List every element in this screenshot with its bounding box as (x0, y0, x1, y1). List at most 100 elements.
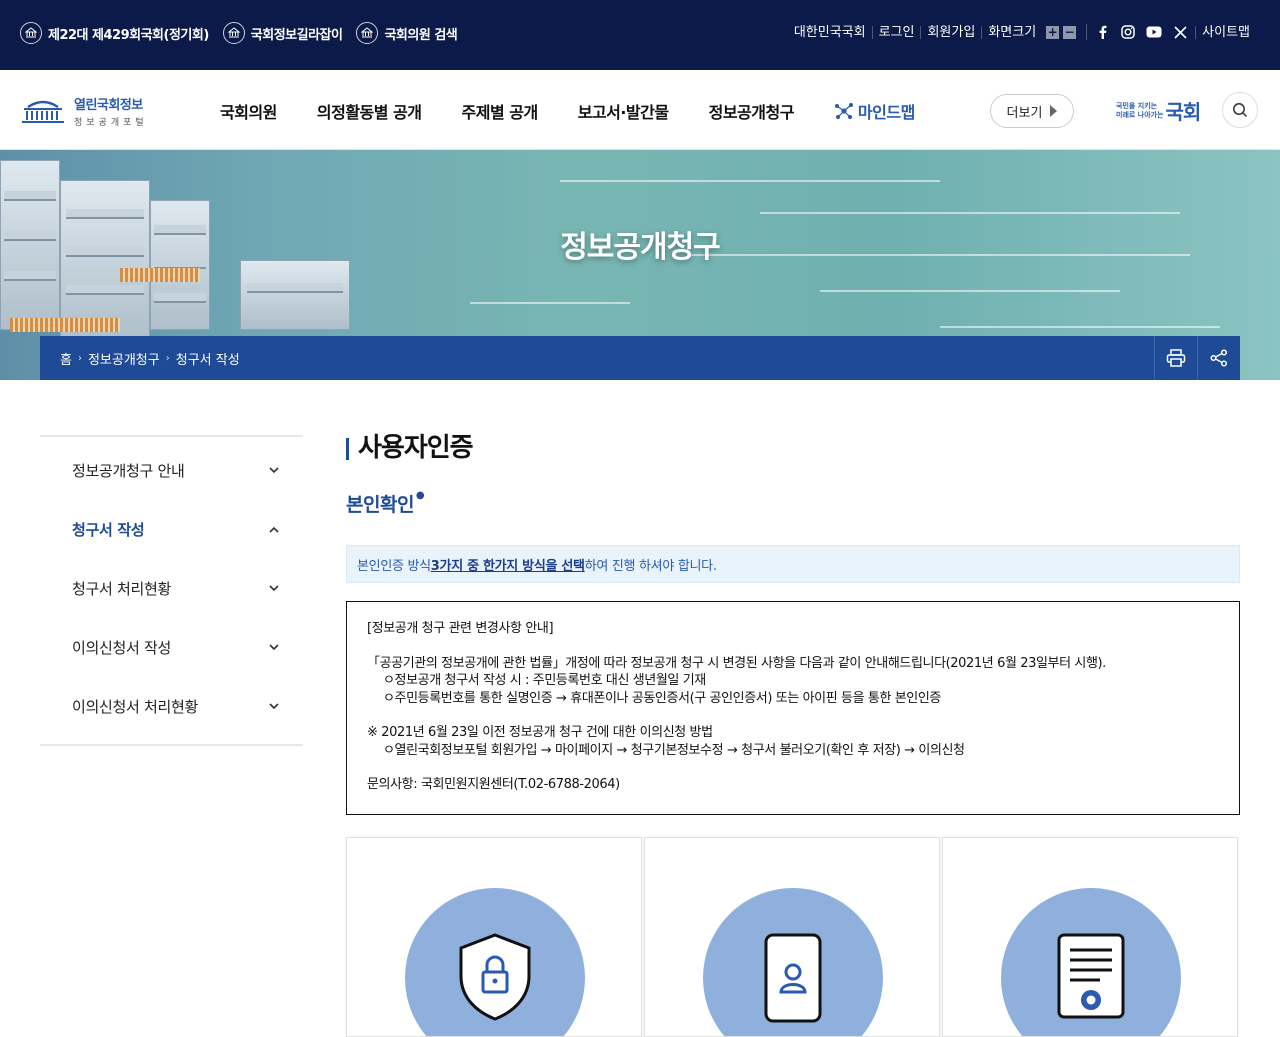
sidebar-item-label: 청구서 처리현황 (72, 580, 171, 598)
signup-link[interactable]: 회원가입 (920, 25, 981, 39)
sidebar-item-label: 이의신청서 작성 (72, 639, 171, 657)
print-icon (1166, 349, 1186, 367)
banner-title: 정보공개청구 (560, 230, 721, 265)
chevron-up-icon (269, 526, 279, 533)
change-notice-box: [정보공개 청구 관련 변경사항 안내] 「공공기관의 정보공개에 관한 법률」… (346, 601, 1240, 815)
assembly-emblem-icon (356, 22, 379, 44)
card-icon-circle (1001, 887, 1181, 1036)
facebook-icon[interactable] (1093, 24, 1111, 40)
sitemap-link[interactable]: 사이트맵 (1195, 25, 1256, 39)
shield-lock-icon (459, 932, 531, 1021)
breadcrumb-bar: 홈 › 정보공개청구 › 청구서 작성 (40, 336, 1240, 380)
nav-item-reports[interactable]: 보고서·발간물 (558, 99, 689, 123)
info-bullet-1: ㅇ정보공개 청구서 작성 시 : 주민등록번호 대신 생년월일 기재 (383, 673, 706, 688)
notice-text-emphasis: 3가지 중 한가지 방식을 선택 (430, 558, 585, 574)
mindmap-icon (834, 103, 853, 119)
breadcrumb-home[interactable]: 홈 (60, 349, 72, 368)
sidebar-item-write-objection[interactable]: 이의신청서 작성 (40, 618, 303, 677)
member-search-link[interactable]: 국회의원 검색 (356, 22, 458, 44)
notice-text-post: 하여 진행 하셔야 합니다. (584, 558, 717, 574)
info-note: ※ 2021년 6월 23일 이전 정보공개 청구 건에 대한 이의신청 방법 (367, 725, 713, 740)
assembly-home-link[interactable]: 대한민국국회 (788, 26, 872, 39)
main-header: 열린국회정보 정보공개포털 국회의원 의정활동별 공개 주제별 공개 보고서·발… (0, 70, 1280, 150)
x-icon[interactable] (1171, 24, 1189, 40)
instagram-icon[interactable] (1119, 24, 1137, 40)
utility-bar: 제22대 제429회국회(정기회) 국회정보길라잡이 국회의원 검색 대한민국국… (0, 0, 1280, 70)
utility-left-links: 제22대 제429회국회(정기회) 국회정보길라잡이 국회의원 검색 (20, 22, 458, 44)
chevron-down-icon (269, 467, 279, 474)
chevron-right-icon: › (77, 353, 82, 364)
utility-right-links: 대한민국국회 로그인 회원가입 화면크기 + − 사이트맵 (788, 24, 1256, 40)
info-heading: [정보공개 청구 관련 변경사항 안내] (367, 621, 554, 636)
zoom-out-button[interactable]: − (1063, 25, 1077, 39)
nav-item-topics[interactable]: 주제별 공개 (442, 99, 558, 123)
auth-notice: 본인인증 방식 3가지 중 한가지 방식을 선택 하여 진행 하셔야 합니다. (346, 545, 1240, 583)
sidebar-item-guide[interactable]: 정보공개청구 안내 (40, 441, 303, 500)
info-bullet-2: ㅇ주민등록번호를 통한 실명인증 → 휴대폰이나 공동인증서(구 공인인증서) … (383, 690, 941, 706)
side-menu: 정보공개청구 안내 청구서 작성 청구서 처리현황 이의신청서 작성 이의신청서… (40, 435, 303, 746)
assembly-slogan: 국민을 지키는 미래로 나아가는 국회 (1116, 96, 1202, 125)
logo-title: 열린국회정보 (74, 98, 143, 113)
main-content: 사용자인증 본인확인 ● 본인인증 방식 3가지 중 한가지 방식을 선택 하여 진… (346, 430, 1240, 1037)
sidebar-item-label: 청구서 작성 (72, 521, 145, 539)
chevron-down-icon (269, 703, 279, 710)
slogan-line-2: 미래로 나아가는 (1116, 110, 1164, 119)
slogan-main: 국회 (1165, 100, 1202, 124)
nav-item-disclosure[interactable]: 정보공개청구 (689, 99, 814, 123)
nav-item-activities[interactable]: 의정활동별 공개 (297, 99, 442, 123)
print-button[interactable] (1154, 336, 1197, 380)
slogan-small: 국민을 지키는 미래로 나아가는 (1116, 102, 1164, 120)
search-icon (1233, 103, 1248, 118)
global-nav: 국회의원 의정활동별 공개 주제별 공개 보고서·발간물 정보공개청구 마인드맵 (200, 99, 935, 123)
auth-card-certificate-login[interactable] (346, 836, 642, 1037)
page-banner: 정보공개청구 홈 › 정보공개청구 › 청구서 작성 (0, 150, 1280, 380)
youtube-icon[interactable] (1145, 24, 1163, 40)
session-link[interactable]: 제22대 제429회국회(정기회) (20, 22, 209, 44)
member-search-link-label: 국회의원 검색 (384, 27, 458, 43)
chevron-right-icon: › (165, 353, 170, 364)
certificate-icon (1057, 933, 1125, 1018)
auth-card-mobile[interactable] (644, 836, 940, 1037)
nav-item-mindmap[interactable]: 마인드맵 (814, 99, 935, 123)
mindmap-label: 마인드맵 (857, 103, 915, 122)
guide-link-label: 국회정보길라잡이 (250, 27, 343, 43)
screen-size-label: 화면크기 (981, 25, 1042, 39)
card-icon-circle (703, 887, 883, 1036)
more-button[interactable]: 더보기 (990, 94, 1074, 128)
slogan-line-1: 국민을 지키는 (1116, 101, 1158, 110)
page-tools (1154, 336, 1240, 380)
sidebar-item-label: 정보공개청구 안내 (72, 462, 185, 480)
breadcrumb-disclosure[interactable]: 정보공개청구 (88, 349, 160, 368)
caret-right-icon (1050, 105, 1058, 117)
logo-text: 열린국회정보 정보공개포털 (74, 94, 148, 128)
card-icon-circle (405, 887, 585, 1036)
portal-logo[interactable]: 열린국회정보 정보공개포털 (20, 94, 148, 128)
assembly-emblem-icon (20, 22, 42, 44)
breadcrumb-current[interactable]: 청구서 작성 (176, 349, 240, 368)
sidebar-item-write-request[interactable]: 청구서 작성 (40, 500, 303, 559)
info-intro: 「공공기관의 정보공개에 관한 법률」개정에 따라 정보공개 청구 시 변경된 … (367, 655, 1106, 671)
auth-card-ipin[interactable] (942, 836, 1238, 1037)
assembly-emblem-icon (222, 22, 245, 44)
section-title: 본인확인 ● (346, 490, 1240, 517)
sidebar-item-label: 이의신청서 처리현황 (72, 698, 198, 716)
auth-method-cards (346, 836, 1240, 1037)
sidebar-item-objection-status[interactable]: 이의신청서 처리현황 (40, 677, 303, 736)
assembly-building-icon (22, 100, 64, 123)
nav-item-members[interactable]: 국회의원 (200, 99, 297, 123)
section-title-text: 본인확인 (346, 494, 414, 516)
sns-links (1086, 24, 1189, 40)
search-button[interactable] (1222, 92, 1258, 128)
sidebar-item-request-status[interactable]: 청구서 처리현황 (40, 559, 303, 618)
breadcrumb: 홈 › 정보공개청구 › 청구서 작성 (60, 349, 240, 368)
zoom-in-button[interactable]: + (1046, 25, 1060, 39)
info-contact: 문의사항: 국회민원지원센터(T.02-6788-2064) (367, 777, 620, 792)
logo-subtitle: 정보공개포털 (74, 118, 148, 128)
session-link-label: 제22대 제429회국회(정기회) (48, 27, 209, 43)
share-button[interactable] (1197, 336, 1240, 380)
share-icon (1210, 349, 1228, 367)
login-link[interactable]: 로그인 (871, 25, 921, 39)
mobile-user-icon (764, 933, 822, 1022)
required-dot-icon: ● (415, 490, 425, 501)
guide-link[interactable]: 국회정보길라잡이 (222, 22, 343, 44)
